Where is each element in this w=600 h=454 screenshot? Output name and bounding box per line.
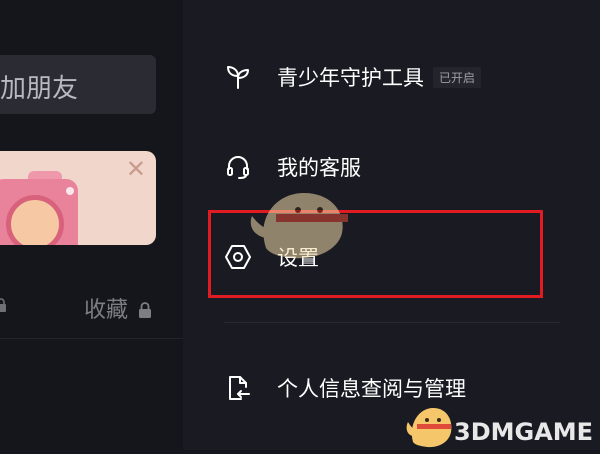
- menu-item-label: 青少年守护工具: [277, 66, 424, 90]
- camera-flash-illustration: [66, 187, 74, 195]
- lock-icon: [139, 299, 152, 324]
- lock-icon: [0, 297, 6, 316]
- add-friend-button[interactable]: 加朋友: [0, 55, 156, 114]
- menu-item-youth-protection[interactable]: 青少年守护工具 已开启: [224, 57, 482, 97]
- mascot-watermark-icon: [246, 178, 366, 272]
- close-icon[interactable]: ✕: [126, 157, 146, 181]
- menu-item-label: 个人信息查阅与管理: [277, 377, 466, 401]
- watermark-logo-text: 3DMGAME: [454, 418, 594, 446]
- logo-mascot-icon: [405, 402, 455, 454]
- add-friend-label: 加朋友: [0, 74, 79, 104]
- divider: [224, 322, 560, 323]
- headset-icon: [224, 153, 252, 181]
- document-arrow-icon: [224, 374, 252, 402]
- divider: [0, 338, 183, 339]
- status-badge: 已开启: [433, 66, 482, 88]
- sprout-icon: [224, 63, 252, 91]
- promo-card[interactable]: ✕: [0, 151, 156, 245]
- favorites-tab[interactable]: 收藏: [84, 292, 152, 324]
- favorites-label: 收藏: [84, 298, 129, 323]
- profile-page-background: 加朋友 ✕ 收藏: [0, 0, 183, 450]
- camera-lens-illustration: [6, 195, 64, 245]
